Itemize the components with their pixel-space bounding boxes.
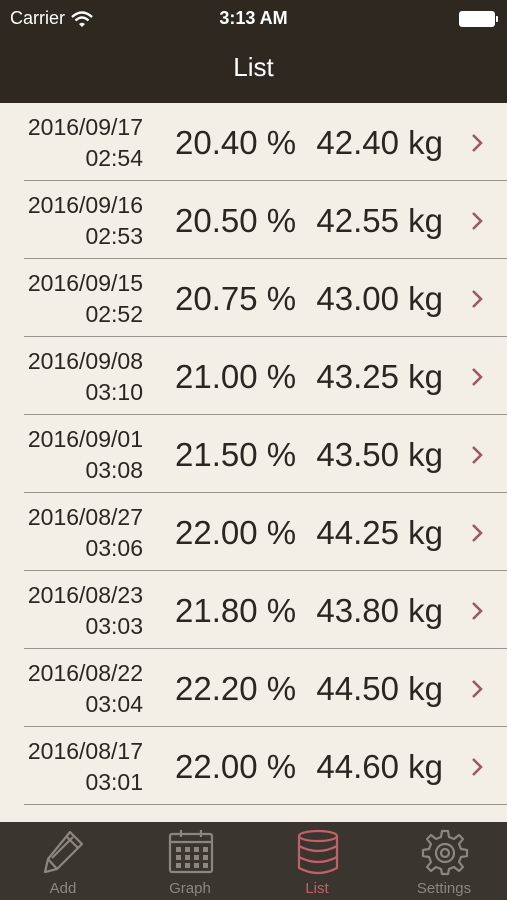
entry-body-fat: 21.50 % xyxy=(175,436,297,473)
chevron-right-icon xyxy=(472,680,483,698)
entry-body-fat: 22.00 % xyxy=(175,748,297,785)
pencil-icon xyxy=(43,830,84,874)
tab-graph-label: Graph xyxy=(169,880,211,897)
entry-weight: 44.25 kg xyxy=(316,514,443,551)
chevron-right-icon xyxy=(472,368,483,386)
entry-time: 02:54 xyxy=(85,145,143,171)
chevron-right-icon xyxy=(472,758,483,776)
entry-body-fat: 20.50 % xyxy=(175,202,297,239)
list-row[interactable]: 2016/09/16 02:53 20.50 % 42.55 kg xyxy=(24,181,507,259)
entry-date: 2016/08/23 xyxy=(27,582,143,608)
entry-weight: 44.50 kg xyxy=(316,670,443,707)
chevron-right-icon xyxy=(472,446,483,464)
chevron-right-icon xyxy=(472,524,483,542)
entry-body-fat: 22.20 % xyxy=(175,670,297,707)
tab-graph[interactable]: Graph xyxy=(127,822,253,900)
entry-body-fat: 20.75 % xyxy=(175,280,297,317)
chevron-right-icon xyxy=(472,134,483,152)
tab-list-label: List xyxy=(305,880,329,897)
entry-weight: 42.40 kg xyxy=(316,124,443,161)
entry-date: 2016/09/16 xyxy=(27,192,143,218)
entry-date: 2016/08/27 xyxy=(27,504,143,530)
page-title: List xyxy=(233,52,274,82)
entry-time: 03:08 xyxy=(85,457,143,483)
chevron-right-icon xyxy=(472,212,483,230)
entry-body-fat: 20.40 % xyxy=(175,124,297,161)
entry-date: 2016/09/17 xyxy=(27,114,143,140)
entry-time: 02:52 xyxy=(85,301,143,327)
status-time: 3:13 AM xyxy=(219,8,288,28)
status-bar: Carrier 3:13 AM xyxy=(0,0,507,36)
entry-weight: 43.25 kg xyxy=(316,358,443,395)
list-row[interactable]: 2016/09/08 03:10 21.00 % 43.25 kg xyxy=(24,337,507,415)
entry-date: 2016/09/01 xyxy=(27,426,143,452)
entry-weight: 43.00 kg xyxy=(316,280,443,317)
database-icon xyxy=(297,829,339,875)
entry-date: 2016/08/17 xyxy=(27,738,143,764)
battery-icon xyxy=(459,11,498,27)
tab-add-label: Add xyxy=(49,880,77,897)
entry-body-fat: 22.00 % xyxy=(175,514,297,551)
tab-bar: Add Graph List Settings xyxy=(0,822,507,900)
entry-date: 2016/08/22 xyxy=(27,660,143,686)
entry-list[interactable]: 2016/09/17 02:54 20.40 % 42.40 kg 2016/0… xyxy=(0,103,507,822)
chevron-right-icon xyxy=(472,602,483,620)
list-row[interactable]: 2016/09/15 02:52 20.75 % 43.00 kg xyxy=(24,259,507,337)
entry-time: 03:06 xyxy=(85,535,143,561)
entry-time: 03:10 xyxy=(85,379,143,405)
gear-icon xyxy=(421,829,469,876)
navigation-bar: Carrier 3:13 AM List xyxy=(0,0,507,103)
tab-list[interactable]: List xyxy=(254,822,380,900)
entry-time: 03:01 xyxy=(85,769,143,795)
list-row[interactable]: 2016/08/23 03:03 21.80 % 43.80 kg xyxy=(24,571,507,649)
entry-weight: 43.80 kg xyxy=(316,592,443,629)
calendar-icon xyxy=(168,830,214,874)
entry-time: 03:04 xyxy=(85,691,143,717)
list-row[interactable]: 2016/09/17 02:54 20.40 % 42.40 kg xyxy=(24,103,507,181)
entry-date: 2016/09/15 xyxy=(27,270,143,296)
tab-settings-label: Settings xyxy=(416,880,472,897)
list-row[interactable]: 2016/08/27 03:06 22.00 % 44.25 kg xyxy=(24,493,507,571)
entry-weight: 43.50 kg xyxy=(316,436,443,473)
entry-weight: 42.55 kg xyxy=(316,202,443,239)
entry-time: 03:03 xyxy=(85,613,143,639)
entry-date: 2016/09/08 xyxy=(27,348,143,374)
entry-body-fat: 21.80 % xyxy=(175,592,297,629)
tab-add[interactable]: Add xyxy=(0,822,126,900)
list-row[interactable]: 2016/09/01 03:08 21.50 % 43.50 kg xyxy=(24,415,507,493)
tab-settings[interactable]: Settings xyxy=(381,822,507,900)
chevron-right-icon xyxy=(472,290,483,308)
entry-weight: 44.60 kg xyxy=(316,748,443,785)
list-row[interactable]: 2016/08/22 03:04 22.20 % 44.50 kg xyxy=(24,649,507,727)
entry-body-fat: 21.00 % xyxy=(175,358,297,395)
list-row[interactable]: 2016/08/17 03:01 22.00 % 44.60 kg xyxy=(24,727,507,805)
entry-time: 02:53 xyxy=(85,223,143,249)
